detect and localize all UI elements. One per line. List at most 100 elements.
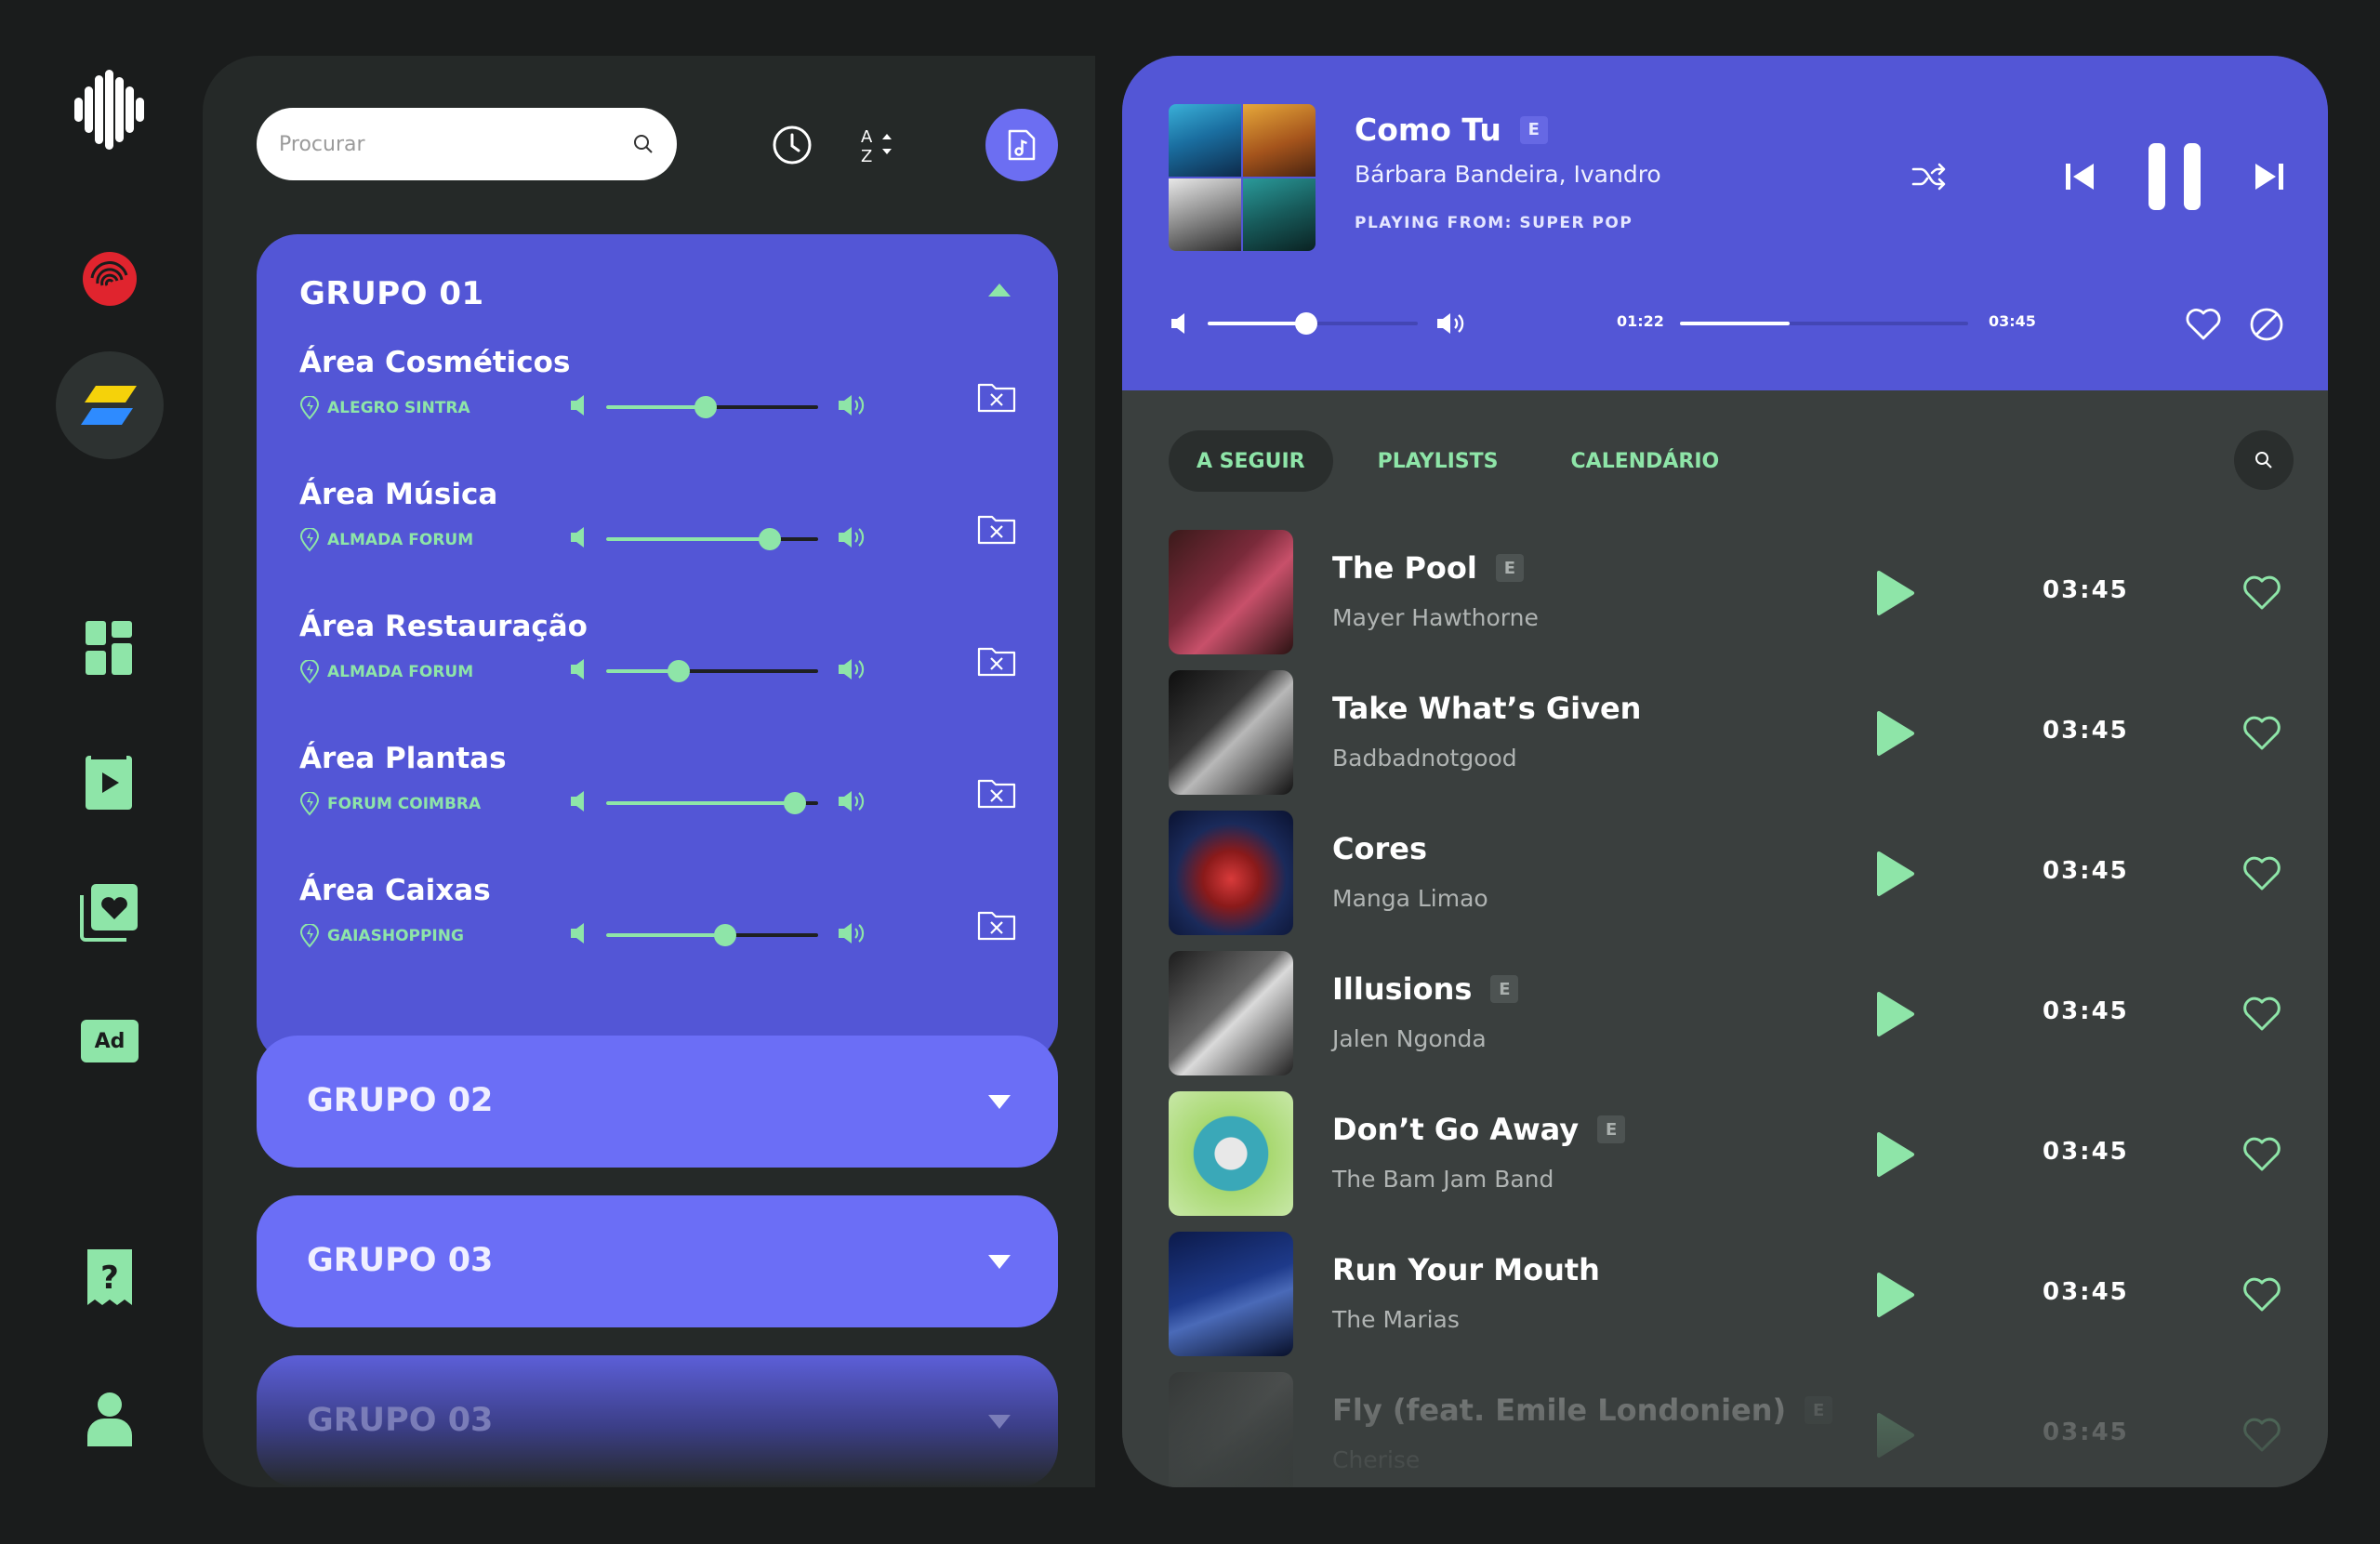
play-icon[interactable] [1871,848,1916,904]
tab-calendario[interactable]: CALENDÁRIO [1543,430,1748,492]
track-title: Cores [1332,831,1427,866]
track-row[interactable]: Cores Manga Limao 03:45 [1122,811,2328,937]
zone-volume-slider[interactable] [606,660,818,682]
like-heart-icon[interactable] [2180,303,2227,346]
volume-up-icon[interactable] [837,524,866,554]
search-input[interactable] [279,132,632,156]
remove-folder-icon[interactable] [976,905,1017,946]
queue-search-button[interactable] [2234,430,2294,490]
expand-chevron-icon[interactable] [987,1093,1012,1114]
favorite-heart-icon[interactable] [2241,996,2282,1036]
music-folder-button[interactable] [985,109,1058,181]
favorites-stack-icon[interactable] [56,859,164,967]
sidebar: Ad ? [0,0,205,1544]
group-02-header[interactable]: GRUPO 02 [257,1036,1058,1168]
user-icon[interactable] [56,1365,164,1472]
soundwave-logo-icon[interactable] [56,56,164,164]
zone-volume-handle[interactable] [667,660,690,682]
remove-folder-icon[interactable] [976,509,1017,550]
next-track-icon[interactable] [2247,154,2292,199]
volume-down-icon[interactable] [569,392,589,422]
zone-volume-handle[interactable] [713,924,736,946]
favorite-heart-icon[interactable] [2241,1136,2282,1177]
zone-volume-slider[interactable] [606,528,818,550]
play-icon[interactable] [1871,567,1916,623]
volume-slider-handle[interactable] [1295,312,1318,335]
volume-slider[interactable] [1208,312,1418,335]
sort-az-icon[interactable]: A Z [853,121,902,169]
track-row[interactable]: Don’t Go Away E The Bam Jam Band 03:45 [1122,1091,2328,1218]
volume-up-icon[interactable] [837,656,866,686]
remove-folder-icon[interactable] [976,641,1017,682]
block-icon[interactable] [2245,303,2288,346]
dashboard-grid-icon[interactable] [56,595,164,703]
zone-volume-handle[interactable] [758,528,781,550]
playlist-cover-collage [1169,104,1316,251]
group-title: GRUPO 01 [299,275,484,312]
track-title: Illusions [1332,971,1473,1007]
play-icon[interactable] [1871,988,1916,1044]
favorite-heart-icon[interactable] [2241,574,2282,615]
ad-icon-label: Ad [81,1020,139,1062]
favorite-heart-icon[interactable] [2241,715,2282,756]
zone-volume-slider[interactable] [606,792,818,814]
volume-up-icon[interactable] [1431,307,1472,340]
group-04-header[interactable]: GRUPO 03 [257,1355,1058,1487]
volume-up-icon[interactable] [837,392,866,422]
zone-volume-handle[interactable] [783,792,806,814]
location-pin-icon [299,660,320,684]
help-icon[interactable]: ? [56,1225,164,1333]
volume-down-icon[interactable] [569,656,589,686]
ad-icon[interactable]: Ad [56,987,164,1095]
volume-up-icon[interactable] [837,920,866,950]
zone-volume-handle[interactable] [694,396,718,418]
shuffle-icon[interactable] [1907,154,1951,199]
play-square-icon[interactable] [56,729,164,837]
search-icon[interactable] [632,133,654,155]
remove-folder-icon[interactable] [976,773,1017,814]
zone-name: Área Restauração [299,610,588,643]
search-bar[interactable] [257,108,677,180]
play-icon[interactable] [1871,1269,1916,1325]
explicit-badge: E [1597,1115,1626,1143]
tab-playlists[interactable]: PLAYLISTS [1350,430,1527,492]
previous-track-icon[interactable] [2057,154,2102,199]
volume-down-icon[interactable] [569,920,589,950]
brand-app-icon[interactable] [56,351,164,459]
volume-down-icon[interactable] [569,524,589,554]
zone-volume-slider[interactable] [606,924,818,946]
track-row[interactable]: Run Your Mouth The Marias 03:45 [1122,1232,2328,1358]
playback-progress-bar[interactable] [1680,322,1968,325]
favorite-heart-icon[interactable] [2241,855,2282,896]
history-icon[interactable] [768,121,816,169]
zone-volume-slider[interactable] [606,396,818,418]
zone-name: Área Plantas [299,742,507,775]
group-03-header[interactable]: GRUPO 03 [257,1195,1058,1327]
track-row[interactable]: Illusions E Jalen Ngonda 03:45 [1122,951,2328,1077]
play-icon[interactable] [1871,1128,1916,1184]
track-row[interactable]: The Pool E Mayer Hawthorne 03:45 [1122,530,2328,656]
track-duration: 03:45 [2043,1138,2129,1166]
zone-location: FORUM COIMBRA [327,795,482,813]
track-row[interactable]: Take What’s Given Badbadnotgood 03:45 [1122,670,2328,797]
list-fade-overlay [1122,1376,2328,1487]
remove-folder-icon[interactable] [976,377,1017,418]
track-artist: Manga Limao [1332,885,1488,912]
expand-chevron-icon[interactable] [987,1253,1012,1273]
track-title: Don’t Go Away [1332,1112,1580,1147]
favorite-heart-icon[interactable] [2241,1276,2282,1317]
svg-text:Z: Z [861,147,872,165]
volume-down-icon[interactable] [569,788,589,818]
expand-chevron-icon[interactable] [987,1413,1012,1433]
tab-a-seguir[interactable]: A SEGUIR [1169,430,1333,492]
group-title: GRUPO 03 [307,1242,494,1279]
play-icon[interactable] [1871,707,1916,763]
volume-up-icon[interactable] [837,788,866,818]
total-duration: 03:45 [1989,312,2036,330]
volume-mute-icon[interactable] [1163,307,1198,340]
zone-location: ALEGRO SINTRA [327,399,470,417]
pause-icon[interactable] [2135,138,2214,216]
group-title: GRUPO 03 [307,1402,494,1439]
collapse-chevron-icon[interactable] [987,283,1012,301]
fingerprint-icon[interactable] [56,225,164,333]
